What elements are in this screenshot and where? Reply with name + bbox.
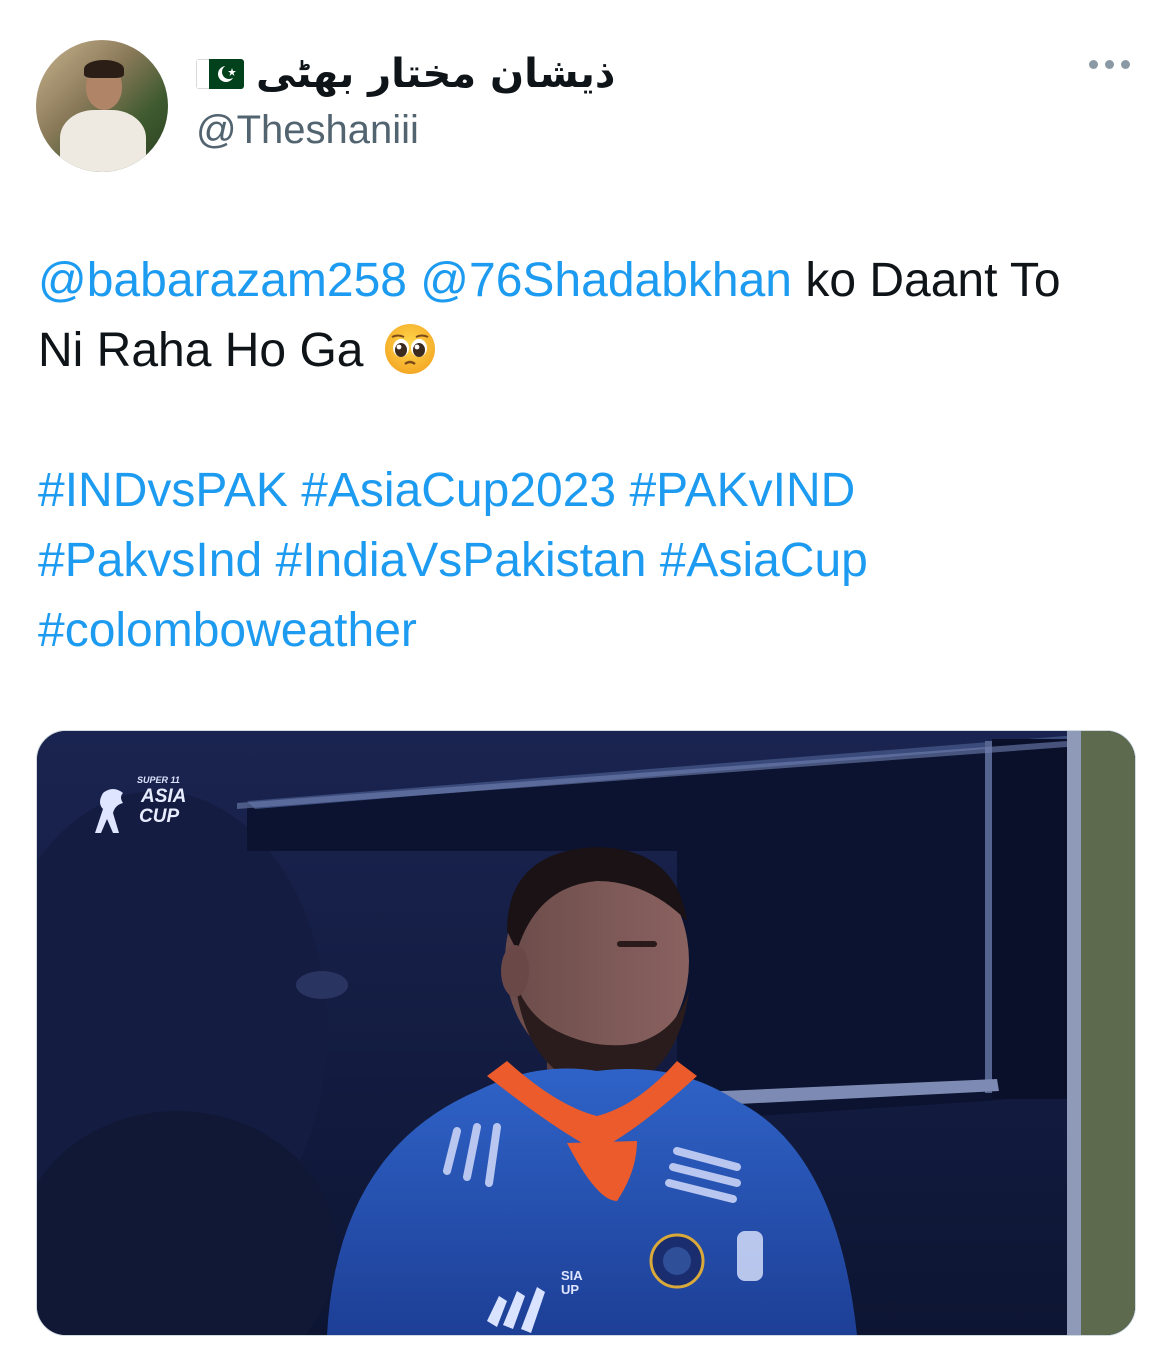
- author-name-row: ذیشان مختار بھٹی: [196, 44, 615, 104]
- hashtag-indiavspakistan[interactable]: #IndiaVsPakistan: [275, 534, 646, 587]
- author-handle[interactable]: @Theshaniii: [196, 108, 419, 153]
- lion-logo-icon: [95, 789, 123, 833]
- tweet-line-2: Ni Raha Ho Ga: [38, 316, 1138, 386]
- hashtag-line-3: #colomboweather: [38, 596, 1138, 666]
- avatar-hair: [84, 60, 124, 78]
- avatar-shirt: [60, 110, 146, 172]
- mention-babarazam258[interactable]: @babarazam258: [38, 254, 407, 307]
- jersey-logo-line-1: SIA: [561, 1268, 583, 1283]
- ellipsis-icon[interactable]: [1089, 60, 1130, 69]
- jersey-logo-line-2: UP: [561, 1282, 580, 1297]
- tweet-line-1: @babarazam258 @76Shadabkhan ko Daant To: [38, 246, 1138, 316]
- asia-cup-logo-sub: CUP: [139, 806, 180, 827]
- asia-cup-logo-main: ASIA: [141, 786, 187, 807]
- mention-76shadabkhan[interactable]: @76Shadabkhan: [420, 254, 792, 307]
- media-scene: [37, 731, 1135, 1335]
- pakistan-flag-icon: [196, 59, 244, 89]
- tweet-text-segment-2: Ni Raha Ho Ga: [38, 324, 377, 377]
- hashtag-line-2: #PakvsInd #IndiaVsPakistan #AsiaCup: [38, 526, 1138, 596]
- hashtag-colomboweather[interactable]: #colomboweather: [38, 604, 417, 657]
- author-display-name[interactable]: ذیشان مختار بھٹی: [256, 51, 615, 97]
- tweet-body: @babarazam258 @76Shadabkhan ko Daant To …: [38, 246, 1138, 666]
- asia-cup-logo: SUPER 11 ASIA CUP: [89, 775, 199, 835]
- hashtag-pakvind[interactable]: #PAKvIND: [629, 464, 855, 517]
- asia-cup-logo-small: SUPER 11: [137, 775, 180, 785]
- hashtag-pakvsind[interactable]: #PakvsInd: [38, 534, 262, 587]
- hashtag-line-1: #INDvsPAK #AsiaCup2023 #PAKvIND: [38, 456, 1138, 526]
- tweet-text-segment: ko Daant To: [792, 254, 1061, 307]
- hashtag-asiacup2023[interactable]: #AsiaCup2023: [301, 464, 616, 517]
- hashtag-asiacup[interactable]: #AsiaCup: [660, 534, 868, 587]
- tweet-media-photo[interactable]: SUPER 11 ASIA CUP SIA UP: [36, 730, 1136, 1336]
- hashtag-indvspak[interactable]: #INDvsPAK: [38, 464, 288, 517]
- pleading-face-emoji: [384, 324, 435, 374]
- author-avatar[interactable]: [36, 40, 168, 172]
- jersey-asia-cup-logo: SIA UP: [547, 1269, 587, 1309]
